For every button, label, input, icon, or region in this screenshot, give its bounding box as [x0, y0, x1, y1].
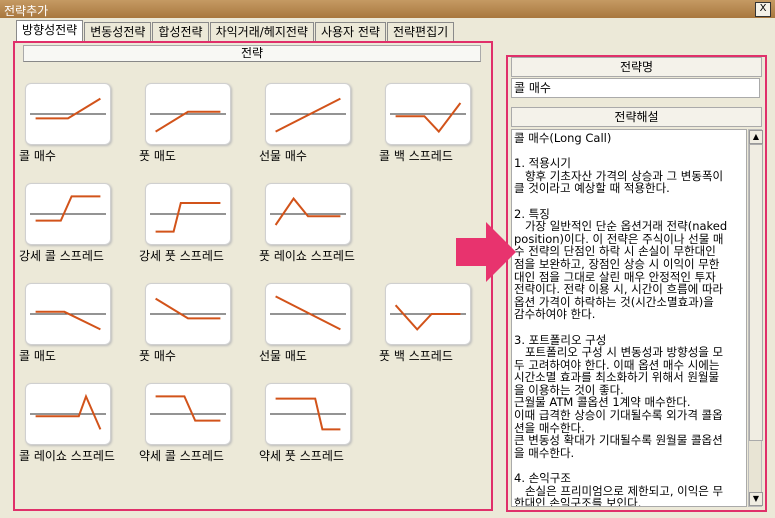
payoff-diagram-card[interactable] [145, 383, 231, 445]
strategy-item-long-put[interactable]: 풋 매수 [139, 283, 259, 373]
strategy-label: 콜 매도 [19, 349, 56, 363]
strategy-label: 콜 매수 [19, 149, 56, 163]
payoff-line [155, 202, 221, 233]
payoff-diagram-icon [30, 97, 106, 120]
payoff-line [35, 97, 101, 120]
payoff-diagram-icon [270, 97, 346, 133]
payoff-diagram-card[interactable] [145, 183, 231, 245]
payoff-line [35, 393, 102, 430]
strategy-label: 약세 풋 스프레드 [259, 449, 344, 463]
close-button[interactable]: X [755, 2, 771, 17]
payoff-diagram-card[interactable] [25, 383, 111, 445]
payoff-diagram-card[interactable] [265, 283, 351, 345]
payoff-diagram-card[interactable] [385, 283, 471, 345]
strategy-item-short-future[interactable]: 선물 매도 [259, 283, 379, 373]
payoff-diagram-card[interactable] [25, 183, 111, 245]
payoff-diagram-icon [390, 102, 466, 134]
payoff-diagram-icon [30, 310, 106, 331]
strategy-item-bull-put-spread[interactable]: 강세 풋 스프레드 [139, 183, 259, 273]
tab-5[interactable]: 전략편집기 [386, 22, 455, 42]
strategy-label: 선물 매도 [259, 349, 307, 363]
payoff-diagram-icon [150, 110, 226, 133]
payoff-diagram-card[interactable] [145, 83, 231, 145]
strategy-item-call-ratio-spread[interactable]: 콜 레이쇼 스프레드 [19, 383, 139, 473]
strategy-item-short-call[interactable]: 콜 매도 [19, 283, 139, 373]
payoff-diagram-icon [270, 295, 346, 331]
payoff-diagram-icon [30, 393, 106, 430]
payoff-line [155, 395, 221, 422]
payoff-line [155, 110, 221, 133]
payoff-diagram-card[interactable] [25, 283, 111, 345]
payoff-diagram-icon [150, 297, 226, 320]
window-title: 전략추가 [4, 4, 49, 18]
payoff-diagram-card[interactable] [265, 383, 351, 445]
strategy-label: 풋 매수 [139, 349, 176, 363]
payoff-diagram-card[interactable] [265, 183, 351, 245]
scroll-down-arrow-icon[interactable]: ▼ [749, 492, 763, 506]
payoff-line [394, 304, 461, 331]
strategy-list-panel: 전략 콜 매수 풋 매도 선물 매수 콜 백 스프레드강세 콜 스프레드 강세 풋 스프… [13, 41, 493, 511]
strategy-label: 풋 백 스프레드 [379, 349, 453, 363]
description-scrollbar[interactable]: ▲ ▼ [748, 129, 763, 507]
strategy-label: 약세 콜 스프레드 [139, 449, 224, 463]
strategy-label: 콜 레이쇼 스프레드 [19, 449, 115, 463]
strategy-label: 강세 콜 스프레드 [19, 249, 104, 263]
tab-4[interactable]: 사용자 전략 [314, 22, 386, 42]
strategy-label: 풋 매도 [139, 149, 176, 163]
strategy-item-bull-call-spread[interactable]: 강세 콜 스프레드 [19, 183, 139, 273]
strategy-item-long-future[interactable]: 선물 매수 [259, 83, 379, 173]
pointer-arrow-icon [456, 222, 516, 282]
scroll-thumb[interactable] [749, 144, 763, 441]
payoff-diagram-icon [270, 196, 346, 226]
strategy-list-header: 전략 [23, 45, 481, 62]
payoff-line [275, 97, 341, 133]
strategy-label: 선물 매수 [259, 149, 307, 163]
strategy-description-header: 전략해설 [511, 107, 762, 127]
payoff-line [35, 195, 101, 222]
payoff-diagram-icon [30, 195, 106, 222]
strategy-label: 강세 풋 스프레드 [139, 249, 224, 263]
strategy-item-put-back-spread[interactable]: 풋 백 스프레드 [379, 283, 499, 373]
payoff-line [275, 295, 341, 331]
payoff-diagram-card[interactable] [265, 83, 351, 145]
tab-2[interactable]: 합성전략 [152, 22, 209, 42]
payoff-diagram-icon [150, 395, 226, 422]
strategy-item-call-back-spread[interactable]: 콜 백 스프레드 [379, 83, 499, 173]
payoff-diagram-card[interactable] [145, 283, 231, 345]
scroll-up-arrow-icon[interactable]: ▲ [749, 130, 763, 144]
strategy-item-short-put[interactable]: 풋 매도 [139, 83, 259, 173]
payoff-line [155, 297, 221, 320]
strategy-name-header: 전략명 [511, 57, 762, 77]
payoff-line [395, 102, 462, 134]
tab-bar: 방향성전략 변동성전략 합성전략 차익거래/헤지전략 사용자 전략 전략편집기 [16, 20, 455, 42]
strategy-item-long-call[interactable]: 콜 매수 [19, 83, 139, 173]
payoff-diagram-icon [390, 304, 466, 331]
payoff-diagram-card[interactable] [25, 83, 111, 145]
strategy-label: 콜 백 스프레드 [379, 149, 453, 163]
strategy-item-bear-put-spread[interactable]: 약세 풋 스프레드 [259, 383, 379, 473]
strategy-item-put-ratio-spread[interactable]: 풋 레이쇼 스프레드 [259, 183, 379, 273]
tab-0[interactable]: 방향성전략 [16, 20, 84, 42]
title-bar: 전략추가 X [0, 0, 775, 18]
payoff-diagram-card[interactable] [385, 83, 471, 145]
payoff-diagram-icon [150, 202, 226, 233]
detail-panel: 전략명 콜 매수 전략해설 콜 매수(Long Call) 1. 적용시기 향후… [506, 55, 767, 512]
strategy-label: 풋 레이쇼 스프레드 [259, 249, 355, 263]
strategy-name-field: 콜 매수 [511, 78, 760, 98]
tab-3[interactable]: 차익거래/헤지전략 [209, 22, 314, 42]
payoff-diagram-icon [270, 397, 346, 431]
payoff-line [274, 196, 341, 226]
strategy-item-bear-call-spread[interactable]: 약세 콜 스프레드 [139, 383, 259, 473]
strategy-description-text[interactable]: 콜 매수(Long Call) 1. 적용시기 향후 기초자산 가격의 상승과 … [511, 129, 747, 507]
tab-1[interactable]: 변동성전략 [84, 22, 152, 42]
